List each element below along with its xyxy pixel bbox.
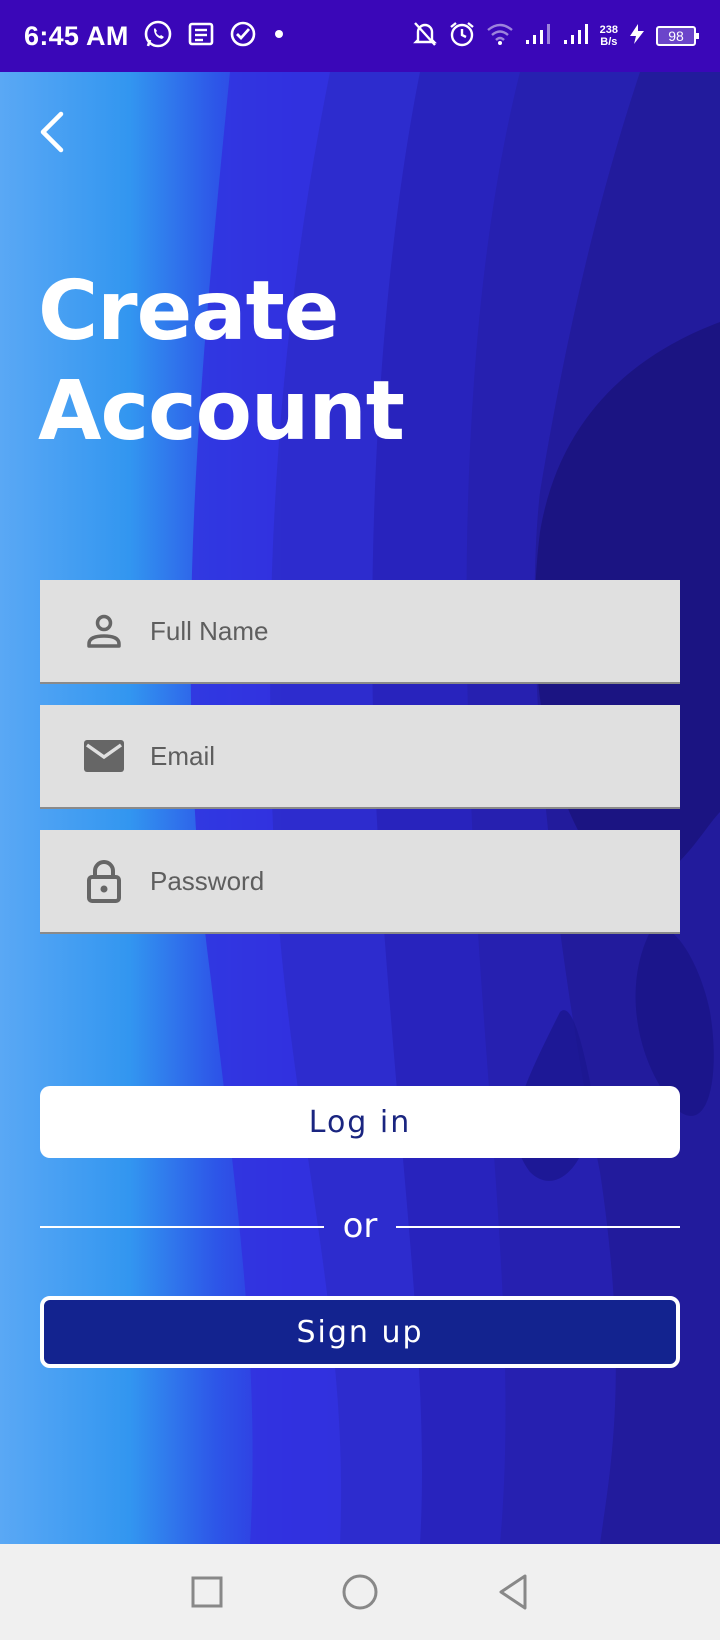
chevron-left-icon (40, 111, 64, 153)
network-speed: 238 B/s (599, 24, 618, 48)
recents-button[interactable] (177, 1562, 237, 1622)
signal-icon-2 (562, 22, 590, 51)
back-button[interactable] (30, 108, 74, 156)
charging-icon (628, 23, 646, 50)
or-separator: or (342, 1206, 378, 1246)
notification-dot-icon (271, 26, 287, 47)
news-icon (187, 20, 215, 53)
wifi-icon (486, 22, 514, 51)
email-input[interactable] (150, 740, 610, 772)
signal-icon (524, 22, 552, 51)
circle-icon (342, 1574, 378, 1610)
bell-off-icon (412, 20, 438, 53)
password-input[interactable] (150, 865, 610, 897)
status-time: 6:45 AM (24, 20, 129, 51)
full-name-field[interactable] (40, 580, 680, 684)
system-navigation-bar (0, 1544, 720, 1640)
back-nav-button[interactable] (483, 1562, 543, 1622)
whatsapp-icon (143, 19, 173, 54)
mail-icon (80, 732, 128, 780)
status-bar: 6:45 AM 238 B/s 98 (0, 0, 720, 72)
page-title: Create Account (38, 264, 405, 459)
password-field[interactable] (40, 830, 680, 934)
battery-indicator: 98 (656, 26, 699, 46)
check-circle-icon (229, 20, 257, 53)
signup-button[interactable]: Sign up (40, 1296, 680, 1368)
full-name-input[interactable] (150, 615, 610, 647)
square-icon (191, 1576, 223, 1608)
divider-left (40, 1226, 324, 1228)
triangle-back-icon (499, 1574, 527, 1610)
login-button[interactable]: Log in (40, 1086, 680, 1158)
divider-right (396, 1226, 680, 1228)
alarm-icon (448, 20, 476, 53)
home-button[interactable] (330, 1562, 390, 1622)
person-icon (80, 607, 128, 655)
email-field[interactable] (40, 705, 680, 809)
lock-icon (80, 857, 128, 905)
